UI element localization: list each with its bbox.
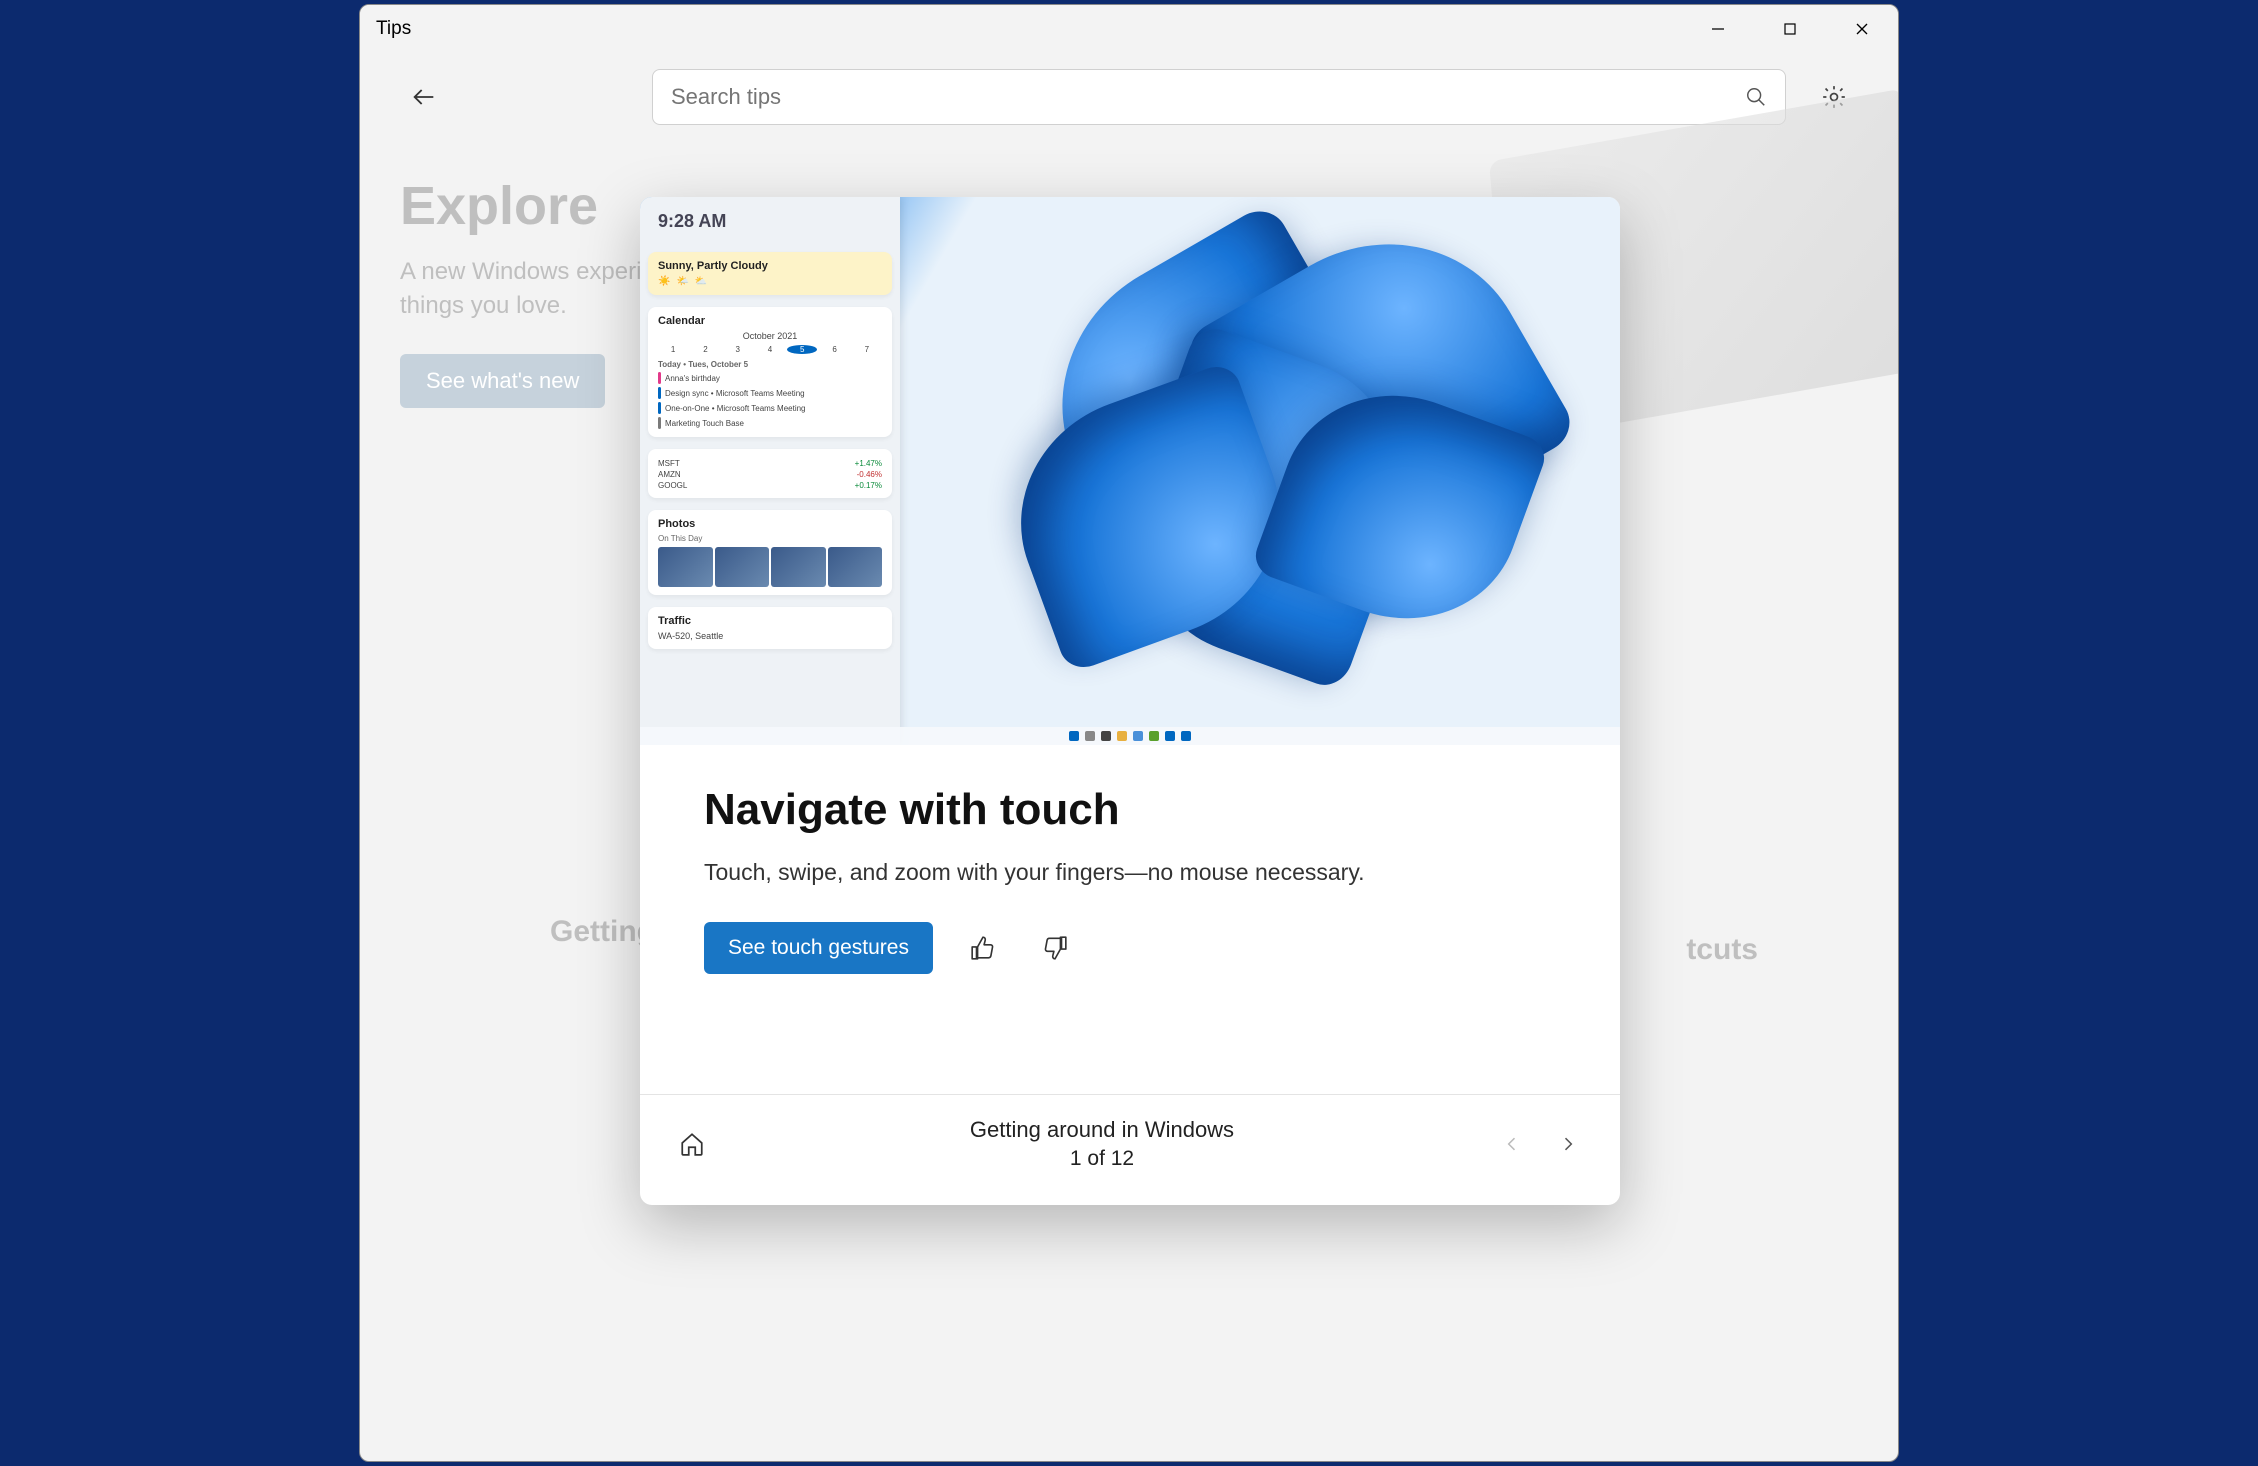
tip-body: Navigate with touch Touch, swipe, and zo…	[640, 745, 1620, 1095]
tip-actions: See touch gestures	[704, 922, 1556, 974]
page-indicator: 1 of 12	[716, 1147, 1488, 1171]
minimize-icon	[1710, 21, 1726, 37]
photos-widget: Photos On This Day	[648, 510, 892, 595]
hero-taskbar	[640, 727, 1620, 745]
settings-button[interactable]	[1810, 73, 1858, 121]
tip-hero-image: 9:28 AM Sunny, Partly Cloudy ☀️🌤️⛅ Calen…	[640, 197, 1620, 745]
home-button[interactable]	[668, 1120, 716, 1168]
tip-cta-button[interactable]: See touch gestures	[704, 922, 933, 974]
thumbs-down-icon	[1042, 935, 1068, 961]
minimize-button[interactable]	[1682, 5, 1754, 53]
home-icon	[679, 1131, 705, 1157]
chevron-left-icon	[1502, 1134, 1522, 1154]
hero-widgets-panel: 9:28 AM Sunny, Partly Cloudy ☀️🌤️⛅ Calen…	[640, 197, 900, 745]
close-button[interactable]	[1826, 5, 1898, 53]
maximize-icon	[1782, 21, 1798, 37]
tip-description: Touch, swipe, and zoom with your fingers…	[704, 859, 1556, 886]
tips-window: Tips Explore A new W	[359, 4, 1899, 1462]
maximize-button[interactable]	[1754, 5, 1826, 53]
weather-widget: Sunny, Partly Cloudy ☀️🌤️⛅	[648, 252, 892, 295]
thumbs-down-button[interactable]	[1033, 926, 1077, 970]
search-input[interactable]	[671, 84, 1745, 110]
chevron-right-icon	[1558, 1134, 1578, 1154]
close-icon	[1854, 21, 1870, 37]
previous-tip-button[interactable]	[1488, 1120, 1536, 1168]
windows-bloom-graphic	[880, 197, 1620, 745]
thumbs-up-icon	[970, 935, 996, 961]
window-controls	[1682, 5, 1898, 53]
tip-footer: Getting around in Windows 1 of 12	[640, 1095, 1620, 1205]
back-button[interactable]	[400, 73, 448, 121]
next-tip-button[interactable]	[1544, 1120, 1592, 1168]
search-icon[interactable]	[1745, 86, 1767, 108]
tip-card: 9:28 AM Sunny, Partly Cloudy ☀️🌤️⛅ Calen…	[640, 197, 1620, 1205]
bg-hero-button: See what's new	[400, 354, 605, 408]
search-box[interactable]	[652, 69, 1786, 125]
thumbs-up-button[interactable]	[961, 926, 1005, 970]
toolbar	[360, 53, 1898, 145]
window-title: Tips	[376, 18, 411, 40]
footer-center: Getting around in Windows 1 of 12	[716, 1117, 1488, 1171]
titlebar: Tips	[360, 5, 1898, 53]
pager-buttons	[1488, 1120, 1592, 1168]
arrow-left-icon	[410, 83, 438, 111]
stocks-widget: MSFT+1.47%AMZN-0.46%GOOGL+0.17%	[648, 449, 892, 498]
gear-icon	[1821, 84, 1847, 110]
bg-partial-text-right: tcuts	[1686, 933, 1758, 967]
hero-time: 9:28 AM	[640, 197, 900, 246]
calendar-widget: Calendar October 2021 1234567 Today • Tu…	[648, 307, 892, 437]
traffic-widget: Traffic WA-520, Seattle	[648, 607, 892, 649]
collection-title: Getting around in Windows	[716, 1117, 1488, 1143]
tip-title: Navigate with touch	[704, 785, 1556, 835]
